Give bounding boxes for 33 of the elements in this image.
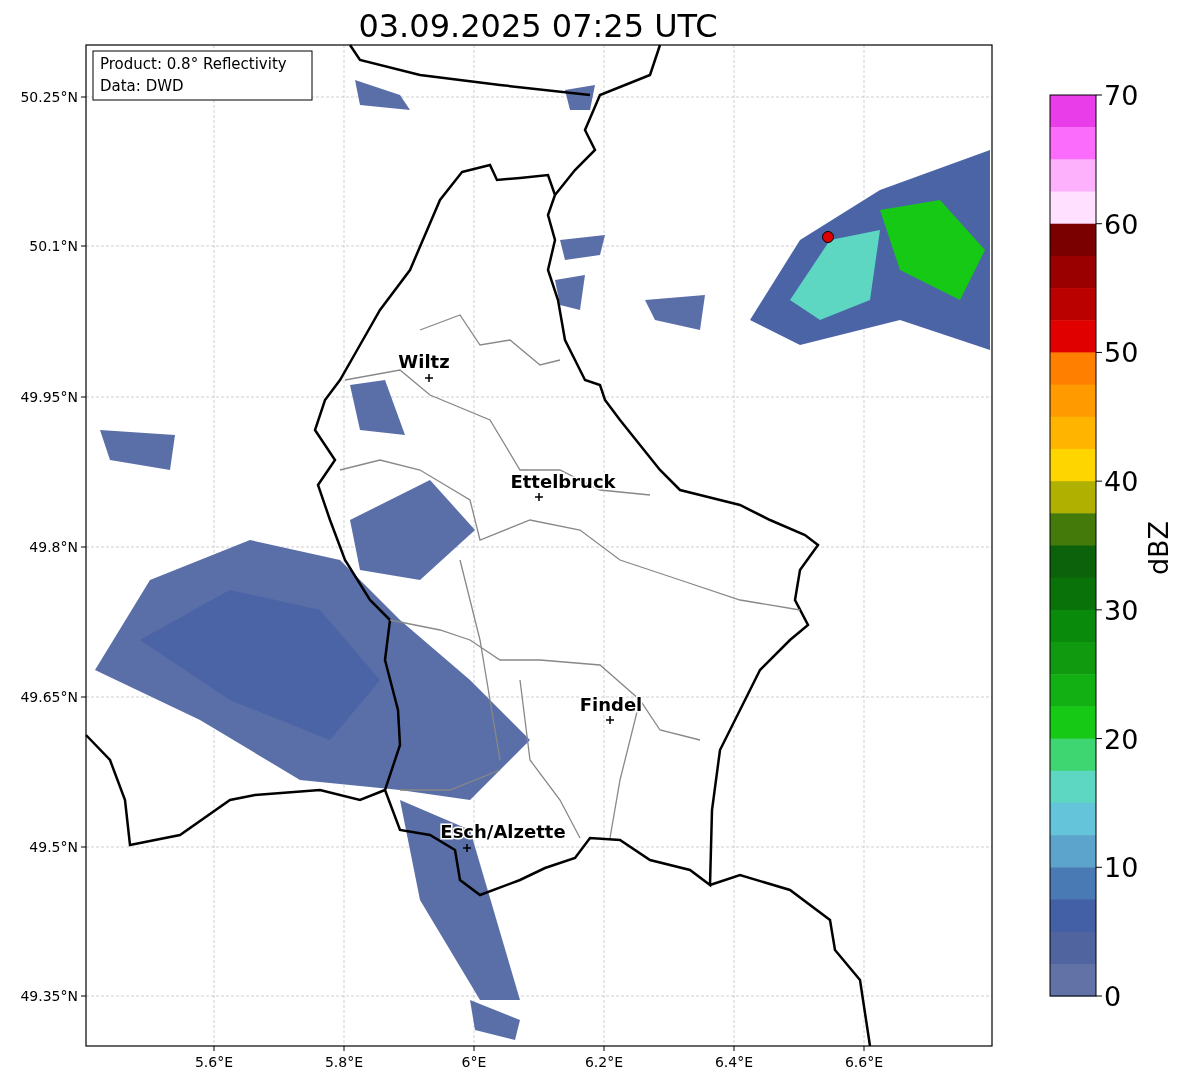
city-marker-icon	[462, 843, 472, 853]
axis-tick-label: 6.4°E	[714, 1054, 754, 1070]
axis-tick-label: 50.1°N	[29, 238, 78, 254]
colorbar-label: dBZ	[1143, 520, 1174, 576]
axis-tick-label: 49.35°N	[20, 988, 78, 1004]
colorbar-tick-label: 10	[1104, 852, 1139, 884]
city-marker-icon	[605, 715, 615, 725]
axis-tick-label: 50.25°N	[20, 89, 78, 105]
info-text: Product: 0.8° Reflectivity	[100, 55, 287, 73]
colorbar-tick-label: 70	[1104, 80, 1139, 111]
axis-tick-label: 5.8°E	[324, 1054, 364, 1070]
city-label: Ettelbruck	[510, 471, 616, 492]
info-text: Data: DWD	[100, 77, 184, 95]
city-label: Findel	[579, 694, 643, 715]
city-label: Wiltz	[398, 351, 450, 372]
colorbar-tick-label: 60	[1104, 208, 1139, 240]
city-marker-icon	[534, 492, 544, 502]
axis-tick-label: 49.8°N	[29, 539, 78, 555]
axis-tick-label: 6.6°E	[844, 1054, 884, 1070]
colorbar-tick-label: 30	[1104, 594, 1139, 626]
radar-site-marker	[822, 231, 834, 243]
axis-tick-label: 49.5°N	[29, 839, 78, 855]
colorbar-tick-label: 50	[1104, 337, 1139, 369]
colorbar-tick-label: 40	[1104, 466, 1139, 498]
axis-tick-label: 49.65°N	[20, 689, 78, 705]
axis-tick-label: 5.6°E	[194, 1054, 234, 1070]
colorbar-tick-label: 20	[1104, 723, 1139, 755]
axis-tick-label: 49.95°N	[20, 389, 78, 405]
city-marker-icon	[424, 373, 434, 383]
axis-tick-label: 6.2°E	[584, 1054, 624, 1070]
colorbar-tick-label: 0	[1104, 981, 1122, 1012]
chart-title: 03.09.2025 07:25 UTC	[358, 7, 718, 45]
axis-tick-label: 6°E	[461, 1054, 487, 1070]
